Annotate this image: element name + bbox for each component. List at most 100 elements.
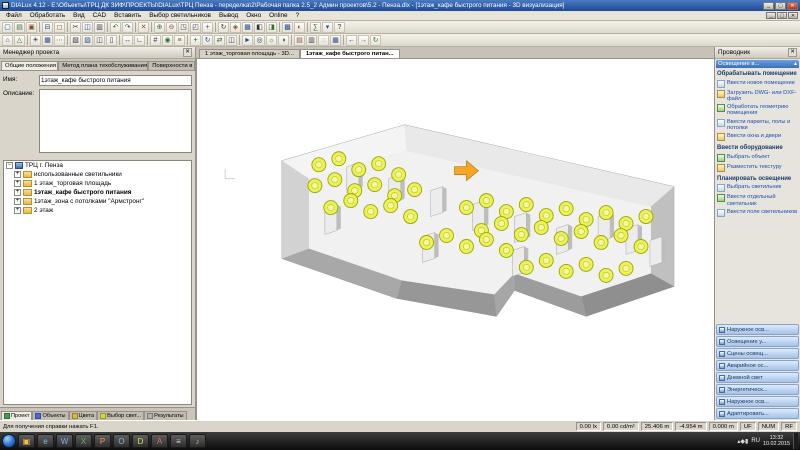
menu-item-Обработать[interactable]: Обработать	[26, 12, 69, 19]
undo-icon[interactable]: ↶	[110, 21, 121, 33]
open-file-icon[interactable]: ▤	[14, 21, 25, 33]
taskbar-notepad[interactable]: ≡	[170, 434, 187, 448]
luminaire-line-icon[interactable]: ⋯	[54, 34, 65, 46]
taskbar-outlook[interactable]: O	[113, 434, 130, 448]
camera-icon[interactable]: ◎	[254, 34, 265, 46]
panel-tab-Выбор свет...[interactable]: Выбор свет...	[97, 411, 145, 420]
document-tab-1[interactable]: 1этаж_кафе быстрого питан...	[299, 49, 400, 58]
rotate-view-icon[interactable]: ↻	[218, 21, 229, 33]
view-3d-icon[interactable]: ◈	[230, 21, 241, 33]
room-geometry-icon[interactable]: △	[14, 34, 25, 46]
grid-icon[interactable]: #	[150, 34, 161, 46]
redo-icon[interactable]: ↷	[122, 21, 133, 33]
print-icon[interactable]: ⊟	[42, 21, 53, 33]
insert-furniture-icon[interactable]: ▧	[70, 34, 81, 46]
minimize-button[interactable]: _	[763, 1, 774, 10]
dimension-line-icon[interactable]: ∟	[134, 34, 145, 46]
tree-item-2[interactable]: +1этаж_кафе быстрого питания	[4, 188, 191, 197]
new-file-icon[interactable]: ▢	[2, 21, 13, 33]
snap-icon[interactable]: ◉	[162, 34, 173, 46]
edit-room-icon[interactable]: ⌂	[2, 34, 13, 46]
guide-collapsed-bar-6[interactable]: Наружное осв...	[716, 396, 799, 407]
guide-close-icon[interactable]: ✕	[788, 48, 797, 57]
value-grid-icon[interactable]: ▦	[330, 34, 341, 46]
refresh-view-icon[interactable]: ↻	[370, 34, 381, 46]
mirror-object-icon[interactable]: ⇄	[214, 34, 225, 46]
menu-item-Вид[interactable]: Вид	[69, 12, 89, 19]
tree-item-4[interactable]: +2 этаж	[4, 206, 191, 215]
tray-icon[interactable]: ▮	[745, 439, 748, 445]
panel-tab-Проект[interactable]: Проект	[1, 411, 33, 420]
taskbar-explorer[interactable]: ▣	[18, 434, 35, 448]
guide-item[interactable]: Обработать геометрию помещения	[716, 103, 799, 118]
guide-item[interactable]: Ввести новое помещение	[716, 79, 799, 89]
guide-collapsed-bar-7[interactable]: Адаптировать...	[716, 408, 799, 419]
clock[interactable]: 13:32 10.02.2015	[763, 435, 790, 448]
interior-wall-panel[interactable]	[649, 236, 663, 267]
menu-item-Окно[interactable]: Окно	[242, 12, 265, 19]
expand-icon[interactable]: +	[14, 180, 21, 187]
taskbar-acrobat[interactable]: A	[151, 434, 168, 448]
view-front-icon[interactable]: ◧	[254, 21, 265, 33]
light-scene-icon[interactable]: ◑	[278, 34, 289, 46]
delete-icon[interactable]: ✕	[138, 21, 149, 33]
language-indicator[interactable]: RU	[751, 438, 760, 444]
guide-collapsed-bar-0[interactable]: Наружное осв...	[716, 324, 799, 335]
panel-tab-Цвета[interactable]: Цвета	[68, 411, 98, 420]
guide-item[interactable]: Ввести паркеты, полы и потолки	[716, 118, 799, 133]
menu-item-CAD[interactable]: CAD	[89, 12, 111, 19]
document-tab-0[interactable]: 1 этаж_торговая площадь - 3D...	[199, 49, 300, 58]
daylight-icon[interactable]: ☼	[266, 34, 277, 46]
north-arrow-icon[interactable]: ►	[242, 34, 253, 46]
zoom-window-icon[interactable]: ◳	[178, 21, 189, 33]
guide-item[interactable]: Выбрать объект	[716, 153, 799, 163]
menu-item-Вывод[interactable]: Вывод	[215, 12, 242, 19]
guide-item[interactable]: Ввести отдельный светильник	[716, 193, 799, 208]
description-input[interactable]	[39, 89, 192, 153]
menu-item-Выбор светильников[interactable]: Выбор светильников	[145, 12, 215, 19]
guide-item[interactable]: Разместить текстуру	[716, 163, 799, 173]
zoom-in-icon[interactable]: ⊕	[154, 21, 165, 33]
guide-item[interactable]: Ввести окна и двери	[716, 132, 799, 142]
pan-view-icon[interactable]: +	[202, 21, 213, 33]
tab-general-settings[interactable]: Общие положения	[1, 61, 59, 70]
taskbar-dialux[interactable]: D	[132, 434, 149, 448]
interior-wall-panel[interactable]	[430, 186, 443, 217]
insert-window-icon[interactable]: ◫	[94, 34, 105, 46]
child-close-button[interactable]: ✕	[788, 12, 798, 19]
isolines-icon[interactable]: ◌	[318, 34, 329, 46]
insert-texture-icon[interactable]: ▨	[82, 34, 93, 46]
copy-icon[interactable]: ◫	[82, 21, 93, 33]
expand-icon[interactable]: +	[14, 198, 21, 205]
tree-item-3[interactable]: +1этаж_зона с потолками "Армстронг"	[4, 197, 191, 206]
paste-icon[interactable]: ▥	[94, 21, 105, 33]
guide-top-section[interactable]: Освещение в... ▴	[716, 60, 799, 68]
name-input[interactable]	[39, 75, 192, 86]
wireframe-mode-icon[interactable]: ▩	[282, 21, 293, 33]
next-view-icon[interactable]: →	[358, 34, 369, 46]
guide-lines-icon[interactable]: ≡	[174, 34, 185, 46]
move-object-icon[interactable]: +	[190, 34, 201, 46]
menu-item-Файл[interactable]: Файл	[2, 12, 26, 19]
menu-item-Online[interactable]: Online	[265, 12, 291, 19]
insert-door-icon[interactable]: ▯	[106, 34, 117, 46]
insert-luminaire-icon[interactable]: ☀	[30, 34, 41, 46]
guide-item[interactable]: Ввести поле светильников	[716, 208, 799, 218]
taskbar-internet-explorer[interactable]: e	[37, 434, 54, 448]
render-mode-icon[interactable]: ◐	[294, 21, 305, 33]
guide-collapsed-bar-4[interactable]: Дневной свет	[716, 372, 799, 383]
false-colors-icon[interactable]: ▥	[306, 34, 317, 46]
tab-maintenance-plan[interactable]: Метод плана техобслуживания	[58, 61, 149, 70]
menu-item-?[interactable]: ?	[292, 12, 304, 19]
taskbar-media-player[interactable]: ♪	[189, 434, 206, 448]
guide-collapsed-bar-3[interactable]: Аварийное ос...	[716, 360, 799, 371]
child-restore-button[interactable]: ▢	[777, 12, 787, 19]
save-file-icon[interactable]: ▣	[26, 21, 37, 33]
luminaire-field-icon[interactable]: ▦	[42, 34, 53, 46]
guide-item[interactable]: Загрузить DWG- или DXF-файл	[716, 89, 799, 104]
expand-icon[interactable]: +	[14, 171, 21, 178]
show-desktop-button[interactable]	[793, 433, 798, 449]
prev-view-icon[interactable]: ←	[346, 34, 357, 46]
guide-collapsed-bar-1[interactable]: Освещение у...	[716, 336, 799, 347]
guide-collapsed-bar-2[interactable]: Сцены освещ...	[716, 348, 799, 359]
